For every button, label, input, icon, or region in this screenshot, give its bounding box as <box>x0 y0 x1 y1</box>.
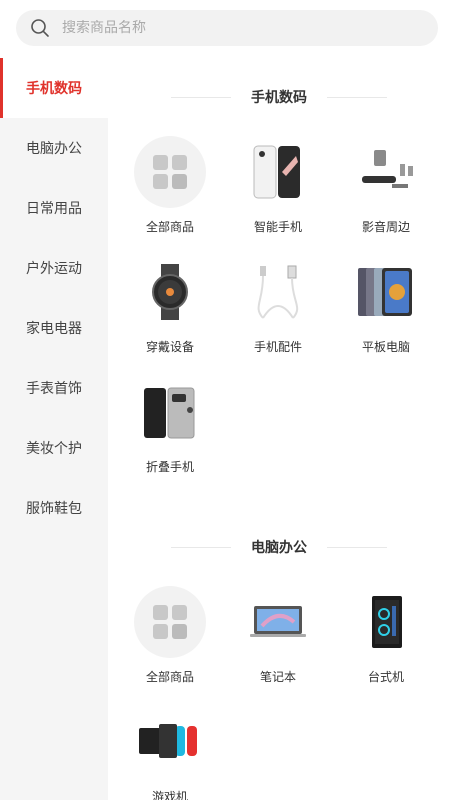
section-title-text: 电脑办公 <box>251 540 307 556</box>
smartwatch-icon <box>134 256 206 328</box>
foldable-phone-icon <box>134 376 206 448</box>
sidebar-item-apparel-bags[interactable]: 服饰鞋包 <box>0 478 108 538</box>
search-bar[interactable] <box>16 10 438 46</box>
subcategory-item[interactable]: 手机配件 <box>224 256 332 376</box>
laptop-icon <box>242 586 314 658</box>
subcategory-item[interactable]: 智能手机 <box>224 136 332 256</box>
search-icon <box>31 19 49 37</box>
subcategory-label: 全部商品 <box>145 670 194 684</box>
subcategory-item[interactable]: 全部商品 <box>116 586 224 706</box>
sidebar-item-outdoor-sports[interactable]: 户外运动 <box>0 238 108 298</box>
subcategory-item[interactable]: 全部商品 <box>116 136 224 256</box>
search-input[interactable] <box>62 20 392 36</box>
subcategory-item[interactable]: 平板电脑 <box>332 256 440 376</box>
subcategory-label: 手机配件 <box>253 340 302 354</box>
sidebar-item-watches-jewelry[interactable]: 手表首饰 <box>0 358 108 418</box>
sidebar-item-daily-goods[interactable]: 日常用品 <box>0 178 108 238</box>
divider <box>327 546 387 548</box>
section-title: 手机数码 <box>108 58 450 136</box>
search-header <box>0 0 450 58</box>
subcategory-item[interactable]: 台式机 <box>332 586 440 706</box>
subcategory-grid: 全部商品 智能手机 影音周边 穿戴设备 手机配件 平板电脑 折叠手机 <box>108 136 450 496</box>
subcategory-label: 智能手机 <box>253 220 302 234</box>
subcategory-label: 平板电脑 <box>361 340 410 354</box>
subcategory-grid: 全部商品 笔记本 台式机 游戏机 <box>108 586 450 800</box>
sidebar-item-phones-digital[interactable]: 手机数码 <box>0 58 108 118</box>
sidebar-item-label: 服饰鞋包 <box>26 501 82 517</box>
all-products-icon <box>134 136 206 208</box>
subcategory-label: 影音周边 <box>361 220 410 234</box>
subcategory-item[interactable]: 影音周边 <box>332 136 440 256</box>
usb-cable-icon <box>242 256 314 328</box>
sidebar-item-label: 美妆个护 <box>26 441 82 457</box>
sidebar-item-computers-office[interactable]: 电脑办公 <box>0 118 108 178</box>
subcategory-label: 全部商品 <box>145 220 194 234</box>
game-console-icon <box>134 706 206 778</box>
category-sidebar: 手机数码 电脑办公 日常用品 户外运动 家电电器 手表首饰 美妆个护 服饰鞋包 <box>0 58 108 800</box>
subcategory-label: 穿戴设备 <box>145 340 194 354</box>
subcategory-item[interactable]: 笔记本 <box>224 586 332 706</box>
sidebar-item-beauty-care[interactable]: 美妆个护 <box>0 418 108 478</box>
sidebar-item-label: 电脑办公 <box>26 141 82 157</box>
section-title-text: 手机数码 <box>251 90 307 106</box>
sidebar-item-label: 日常用品 <box>26 201 82 217</box>
subcategory-label: 折叠手机 <box>145 460 194 474</box>
sidebar-item-label: 手机数码 <box>26 81 82 97</box>
divider <box>171 546 231 548</box>
tablet-icon <box>350 256 422 328</box>
subcategory-label: 游戏机 <box>151 790 188 800</box>
sidebar-item-label: 手表首饰 <box>26 381 82 397</box>
subcategory-label: 笔记本 <box>259 670 296 684</box>
section-title: 电脑办公 <box>108 508 450 586</box>
category-content: 手机数码 全部商品 智能手机 影音周边 穿戴设备 手机配件 平板电脑 折叠手机 … <box>108 58 450 800</box>
speaker-icon <box>350 136 422 208</box>
all-products-icon <box>134 586 206 658</box>
sidebar-item-home-appliances[interactable]: 家电电器 <box>0 298 108 358</box>
sidebar-item-label: 户外运动 <box>26 261 82 277</box>
smartphone-icon <box>242 136 314 208</box>
subcategory-item[interactable]: 游戏机 <box>116 706 224 800</box>
divider <box>171 96 231 98</box>
subcategory-label: 台式机 <box>367 670 404 684</box>
divider <box>327 96 387 98</box>
subcategory-item[interactable]: 穿戴设备 <box>116 256 224 376</box>
sidebar-item-label: 家电电器 <box>26 321 82 337</box>
subcategory-item[interactable]: 折叠手机 <box>116 376 224 496</box>
desktop-tower-icon <box>350 586 422 658</box>
